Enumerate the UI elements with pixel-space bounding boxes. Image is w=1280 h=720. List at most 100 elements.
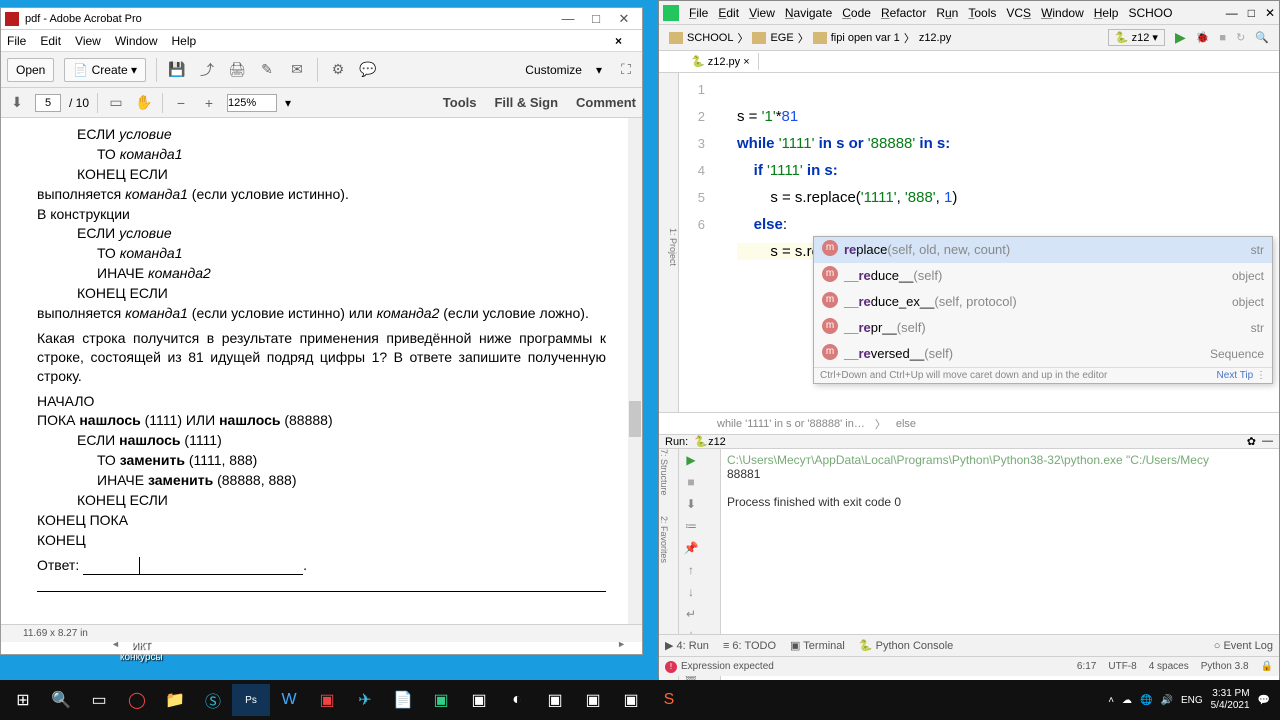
side-project[interactable]: 1: Project: [659, 73, 679, 412]
gear-icon[interactable]: ✿: [1247, 435, 1256, 448]
menu-view[interactable]: View: [75, 34, 101, 48]
layout-icon[interactable]: ≔: [683, 519, 699, 535]
select-icon[interactable]: ▭: [106, 93, 126, 113]
stop-button[interactable]: ■: [1219, 32, 1226, 44]
close-button[interactable]: ✕: [1265, 6, 1275, 20]
open-button[interactable]: Open: [7, 58, 54, 82]
menu-navigate[interactable]: Navigate: [785, 6, 832, 20]
menu-window[interactable]: Window: [1041, 6, 1084, 20]
opera-icon[interactable]: ◯: [118, 684, 156, 716]
network-icon[interactable]: 🌐: [1140, 695, 1152, 706]
search-icon[interactable]: 🔍: [42, 684, 80, 716]
debug-button[interactable]: 🐞: [1196, 31, 1210, 44]
minimize-button[interactable]: —: [554, 11, 582, 26]
menu-file[interactable]: File: [689, 6, 708, 20]
volume-icon[interactable]: 🔊: [1160, 695, 1172, 706]
next-tip-link[interactable]: Next Tip: [1217, 370, 1254, 381]
system-tray[interactable]: ˄ ☁ 🌐 🔊 ENG 3:31 PM5/4/2021 💬: [1108, 688, 1276, 712]
tab-todo[interactable]: ≡ 6: TODO: [723, 640, 776, 652]
hand-icon[interactable]: ✋: [134, 93, 154, 113]
menu-tools[interactable]: Tools: [968, 6, 996, 20]
snagit-icon[interactable]: S: [650, 684, 688, 716]
notifications-icon[interactable]: 💬: [1258, 695, 1270, 706]
zoom-input[interactable]: [227, 94, 277, 112]
hscroll[interactable]: [111, 639, 626, 653]
autoc-item[interactable]: mreplace(self, old, new, count)str: [814, 237, 1272, 263]
desktop-shortcut[interactable]: ИКТконкурсы: [120, 641, 163, 663]
app-icon[interactable]: ▣: [536, 684, 574, 716]
maximize-button[interactable]: □: [1248, 6, 1255, 20]
comment-link[interactable]: Comment: [576, 95, 636, 110]
autoc-item[interactable]: m__reduce_ex__(self, protocol)object: [814, 289, 1272, 315]
taskbar[interactable]: ⊞ 🔍 ▭ ◯ 📁 Ⓢ Ps W ▣ ✈ 📄 ▣ ▣ ◐ ▣ ▣ ▣ S ˄ ☁…: [0, 680, 1280, 720]
acrobat-task[interactable]: ▣: [308, 684, 346, 716]
tab-python-console[interactable]: 🐍 Python Console: [859, 639, 953, 652]
interpreter[interactable]: Python 3.8: [1201, 661, 1249, 672]
onedrive-icon[interactable]: ☁: [1122, 695, 1132, 706]
tray-up-icon[interactable]: ˄: [1108, 695, 1114, 706]
menu-help[interactable]: Help: [172, 34, 197, 48]
notepad-icon[interactable]: 📄: [384, 684, 422, 716]
run-config[interactable]: 🐍 z12 ▾: [1108, 29, 1165, 46]
indent[interactable]: 4 spaces: [1149, 661, 1189, 672]
app-icon[interactable]: ▣: [460, 684, 498, 716]
autoc-item[interactable]: m__reversed__(self)Sequence: [814, 341, 1272, 367]
menu-file[interactable]: File: [7, 34, 26, 48]
start-icon[interactable]: ⊞: [4, 684, 42, 716]
mail-icon[interactable]: ✉: [287, 60, 307, 80]
wrap-icon[interactable]: ↵: [683, 607, 699, 623]
minimize-button[interactable]: —: [1226, 6, 1238, 20]
run-button[interactable]: ▶: [1175, 29, 1186, 46]
expand-icon[interactable]: ⛶: [616, 60, 636, 80]
editor[interactable]: 123456 s = '1'*81 while '1111' in s or '…: [679, 73, 1279, 412]
menu-vcs[interactable]: VCS: [1006, 6, 1031, 20]
create-button[interactable]: 📄 Create ▾: [64, 58, 146, 82]
crumb[interactable]: fipi open var 1: [831, 32, 900, 44]
up-arrow-icon[interactable]: ↑: [683, 563, 699, 579]
photoshop-icon[interactable]: Ps: [232, 684, 270, 716]
close-doc-button[interactable]: ×: [615, 34, 622, 48]
stop-icon[interactable]: ■: [683, 475, 699, 491]
menu-window[interactable]: Window: [115, 34, 158, 48]
export-icon[interactable]: ⤴: [197, 60, 217, 80]
event-log[interactable]: ○ Event Log: [1214, 640, 1273, 652]
rerun-icon[interactable]: ↻: [1236, 31, 1245, 44]
hide-icon[interactable]: —: [1262, 435, 1273, 448]
maximize-button[interactable]: □: [582, 11, 610, 26]
comment-icon[interactable]: 💬: [358, 60, 378, 80]
acrobat-titlebar[interactable]: pdf - Adobe Acrobat Pro — □ ✕: [1, 8, 642, 30]
page-input[interactable]: [35, 94, 61, 112]
zoom-in-icon[interactable]: +: [199, 93, 219, 113]
vscroll[interactable]: [628, 118, 642, 624]
tools-link[interactable]: Tools: [443, 95, 477, 110]
autocomplete-popup[interactable]: mreplace(self, old, new, count)str m__re…: [813, 236, 1273, 384]
autoc-item[interactable]: m__repr__(self)str: [814, 315, 1272, 341]
save-icon[interactable]: 💾: [167, 60, 187, 80]
customize-button[interactable]: Customize: [525, 63, 582, 77]
crumb-file[interactable]: z12.py: [919, 32, 951, 44]
gear-icon[interactable]: ⚙: [328, 60, 348, 80]
page-down-icon[interactable]: ⬇: [7, 93, 27, 113]
fill-sign-link[interactable]: Fill & Sign: [494, 95, 558, 110]
pin-icon[interactable]: 📌: [683, 541, 699, 557]
menu-help[interactable]: Help: [1094, 6, 1119, 20]
autoc-item[interactable]: m__reduce__(self)object: [814, 263, 1272, 289]
clock[interactable]: 3:31 PM5/4/2021: [1211, 688, 1250, 712]
menu-edit[interactable]: Edit: [718, 6, 739, 20]
error-icon[interactable]: !: [665, 661, 677, 673]
app-icon[interactable]: ▣: [574, 684, 612, 716]
taskview-icon[interactable]: ▭: [80, 684, 118, 716]
menu-code[interactable]: Code: [842, 6, 871, 20]
menu-edit[interactable]: Edit: [40, 34, 61, 48]
down-arrow-icon[interactable]: ↓: [683, 585, 699, 601]
menu-run[interactable]: Run: [936, 6, 958, 20]
pycharm-titlebar[interactable]: File Edit View Navigate Code Refactor Ru…: [659, 1, 1279, 25]
tab-terminal[interactable]: ▣ Terminal: [790, 639, 845, 652]
explorer-icon[interactable]: 📁: [156, 684, 194, 716]
crumb[interactable]: EGE: [770, 32, 793, 44]
zoom-out-icon[interactable]: −: [171, 93, 191, 113]
skype-icon[interactable]: Ⓢ: [194, 684, 232, 716]
chrome-icon[interactable]: ◐: [498, 684, 536, 716]
tab-run[interactable]: ▶ 4: Run: [665, 639, 709, 652]
edit-icon[interactable]: ✎: [257, 60, 277, 80]
